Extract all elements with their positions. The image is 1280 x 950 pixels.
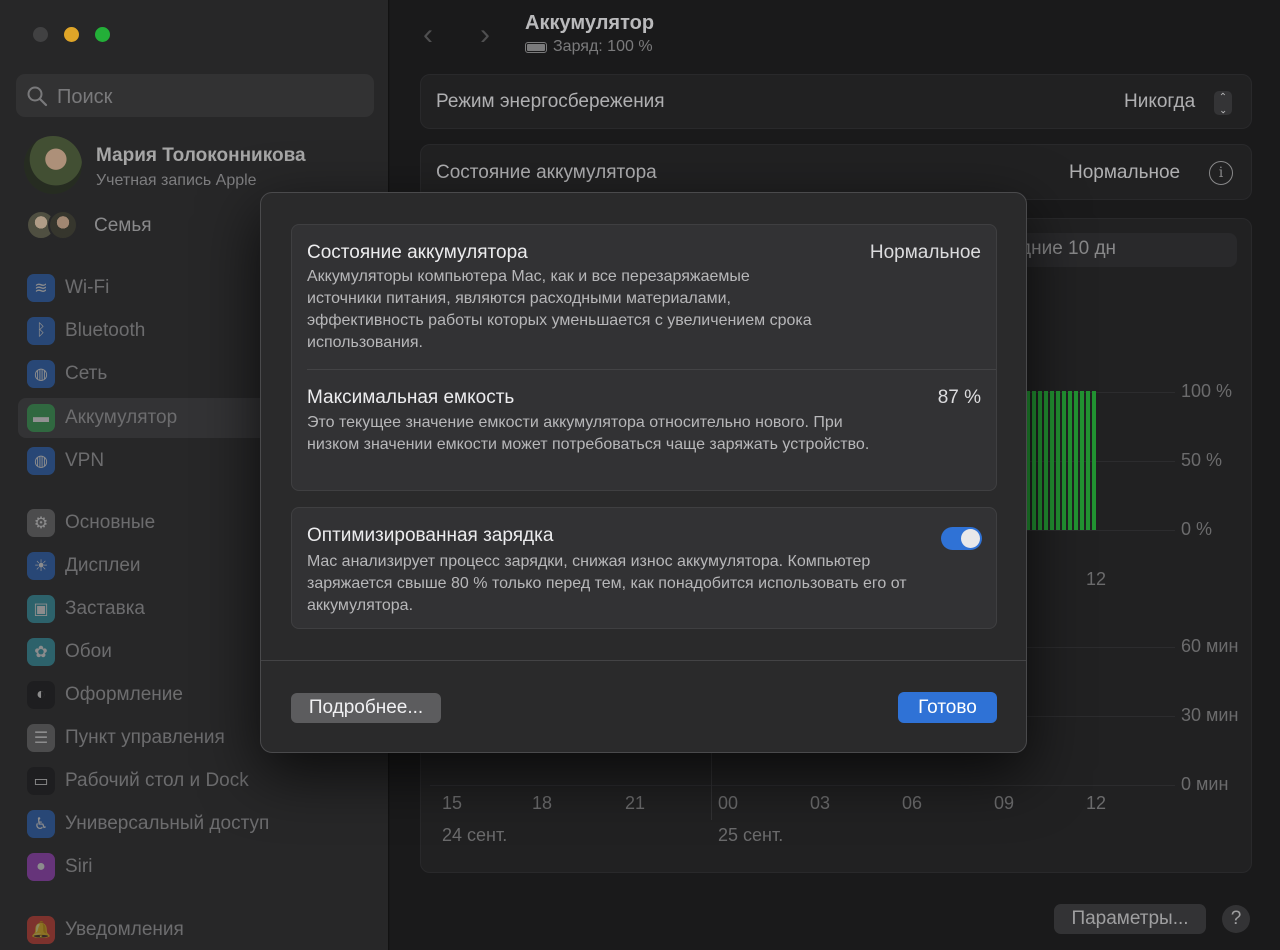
done-button[interactable]: Готово: [898, 692, 997, 723]
capacity-title: Максимальная емкость: [307, 387, 515, 408]
divider: [307, 369, 996, 370]
battery-info-card: Состояние аккумулятора Нормальное Аккуму…: [291, 224, 997, 491]
optimized-description: Mac анализирует процесс зарядки, снижая …: [307, 553, 907, 614]
optimized-title: Оптимизированная зарядка: [307, 525, 554, 546]
optimized-charging-toggle[interactable]: [941, 527, 982, 550]
capacity-description: Это текущее значение емкости аккумулятор…: [307, 414, 870, 453]
toggle-knob: [961, 529, 980, 548]
health-value: Нормальное: [869, 242, 981, 263]
battery-health-sheet: Состояние аккумулятора Нормальное Аккуму…: [260, 192, 1027, 753]
more-info-button[interactable]: Подробнее...: [291, 693, 441, 723]
footer-divider: [261, 660, 1026, 661]
health-description: Аккумуляторы компьютера Mac, как и все п…: [307, 268, 812, 351]
optimized-charging-card: Оптимизированная зарядка Mac анализирует…: [291, 507, 997, 629]
health-title: Состояние аккумулятора: [307, 242, 528, 263]
capacity-value: 87 %: [937, 387, 981, 408]
